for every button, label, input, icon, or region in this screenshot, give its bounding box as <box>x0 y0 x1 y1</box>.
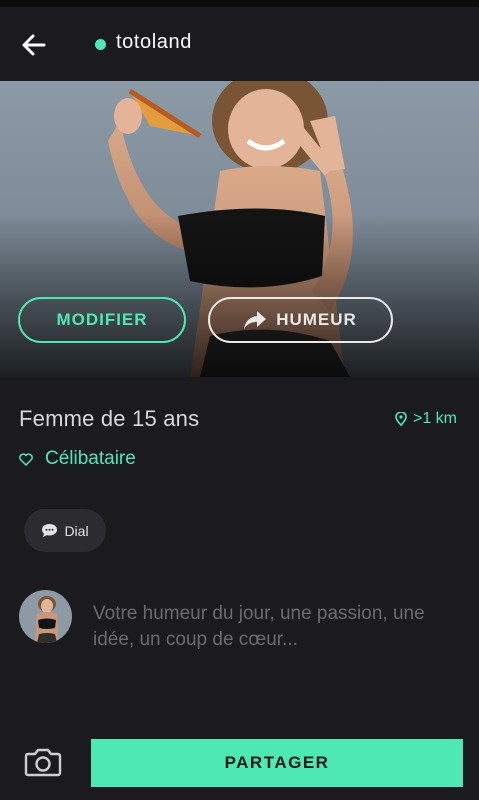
relationship-status-label: Célibataire <box>45 448 136 469</box>
back-button[interactable] <box>18 29 50 61</box>
dial-chip-label: Dial <box>64 522 89 539</box>
heart-icon <box>19 452 33 466</box>
share-button-label: PARTAGER <box>224 753 330 772</box>
mood-post-input[interactable]: Votre humeur du jour, une passion, une i… <box>93 601 463 661</box>
top-bar: totoland <box>0 7 479 81</box>
dial-chip[interactable]: Dial <box>24 509 106 552</box>
modify-button-label: MODIFIER <box>56 310 148 329</box>
camera-icon <box>24 748 62 777</box>
modify-button[interactable]: MODIFIER <box>18 297 186 343</box>
location-pin-icon <box>395 412 407 426</box>
relationship-status: Célibataire <box>19 448 136 470</box>
status-bar <box>0 0 479 7</box>
distance-value: >1 km <box>412 410 457 427</box>
profile-username: totoland <box>116 31 192 53</box>
distance-indicator: >1 km <box>395 410 457 428</box>
profile-title: Femme de 15 ans <box>19 406 200 431</box>
avatar <box>19 590 72 643</box>
camera-button[interactable] <box>23 742 63 782</box>
mood-button-label: HUMEUR <box>276 310 357 329</box>
back-arrow-icon <box>22 34 46 56</box>
profile-photo: MODIFIER HUMEUR <box>0 81 479 377</box>
mood-button[interactable]: HUMEUR <box>208 297 393 343</box>
share-button[interactable]: PARTAGER <box>91 739 463 787</box>
share-arrow-icon <box>244 311 267 329</box>
online-indicator <box>95 39 106 50</box>
chat-bubble-icon <box>42 524 58 537</box>
